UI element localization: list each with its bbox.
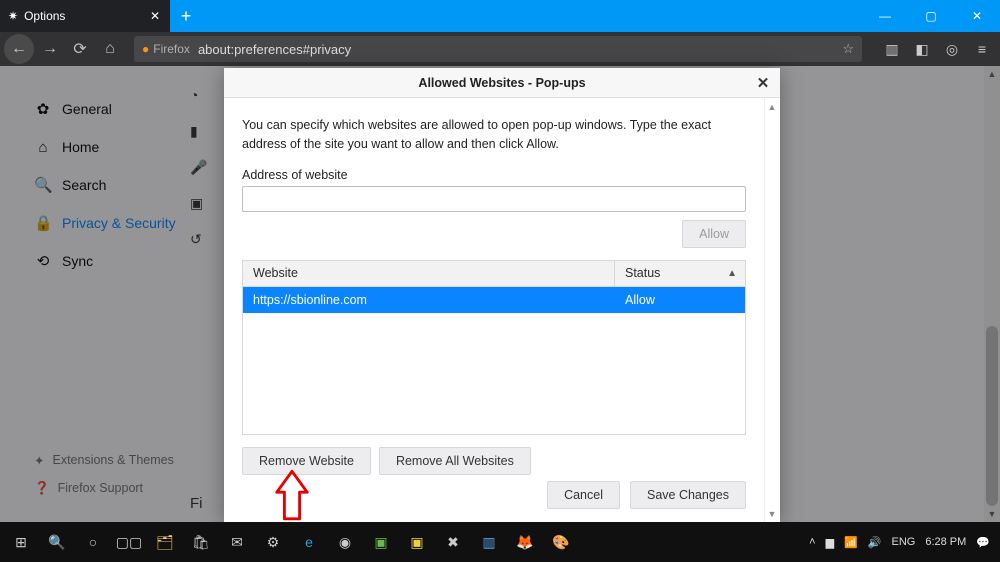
mail-icon[interactable]: ✉ xyxy=(220,522,254,562)
library-icon[interactable]: ▥ xyxy=(878,35,906,63)
close-tab-icon[interactable]: ✕ xyxy=(150,9,160,23)
window-controls: — ▢ ✕ xyxy=(862,0,1000,32)
popup-exceptions-dialog: Allowed Websites - Pop-ups ✕ ▲ ▼ You can… xyxy=(224,68,780,523)
exceptions-table: Website Status ▲ https://sbionline.com A… xyxy=(242,260,746,435)
firefox-taskbar-icon[interactable]: 🦊 xyxy=(508,522,542,562)
home-button[interactable]: ⌂ xyxy=(96,35,124,63)
forward-button[interactable]: → xyxy=(36,35,64,63)
scroll-up-icon[interactable]: ▲ xyxy=(764,102,780,112)
wifi-icon[interactable]: 📶 xyxy=(844,536,858,549)
window-titlebar: ✷ Options ✕ + — ▢ ✕ xyxy=(0,0,1000,32)
app-icon[interactable]: ▣ xyxy=(364,522,398,562)
cell-status: Allow xyxy=(615,293,745,307)
bookmark-star-icon[interactable]: ☆ xyxy=(842,41,854,57)
notifications-icon[interactable]: 💬 xyxy=(976,536,990,549)
sort-asc-icon: ▲ xyxy=(727,268,737,279)
windows-taskbar: ⊞ 🔍 ○ ▢▢ 🗂 🛍 ✉ ⚙ e ◉ ▣ ▣ ✖ ▥ 🦊 🎨 ˄ ▆ 📶 🔊… xyxy=(0,522,1000,562)
cortana-icon[interactable]: ○ xyxy=(76,522,110,562)
taskview-icon[interactable]: ▢▢ xyxy=(112,522,146,562)
clock[interactable]: 6:28 PM xyxy=(925,536,966,548)
address-input[interactable] xyxy=(242,186,746,212)
reload-button[interactable]: ⟳ xyxy=(66,35,94,63)
tray-chevron-icon[interactable]: ˄ xyxy=(809,536,815,548)
store-icon[interactable]: 🛍 xyxy=(184,522,218,562)
start-button[interactable]: ⊞ xyxy=(4,522,38,562)
volume-icon[interactable]: 🔊 xyxy=(868,536,882,549)
dialog-description: You can specify which websites are allow… xyxy=(242,116,742,154)
cancel-button[interactable]: Cancel xyxy=(547,481,620,509)
column-website[interactable]: Website xyxy=(243,261,615,286)
settings-taskbar-icon[interactable]: ⚙ xyxy=(256,522,290,562)
scroll-down-icon[interactable]: ▼ xyxy=(764,509,780,519)
dialog-close-button[interactable]: ✕ xyxy=(752,72,774,94)
notepad-icon[interactable]: ▥ xyxy=(472,522,506,562)
dialog-scrollbar[interactable]: ▲ ▼ xyxy=(764,98,780,523)
battery-icon[interactable]: ▆ xyxy=(826,536,834,549)
firefox-icon: ● xyxy=(142,42,149,56)
language-indicator[interactable]: ENG xyxy=(891,536,915,548)
new-tab-button[interactable]: + xyxy=(170,0,202,32)
back-button[interactable]: ← xyxy=(4,34,34,64)
close-window-button[interactable]: ✕ xyxy=(954,0,1000,32)
url-identity: Firefox xyxy=(153,42,190,56)
maximize-button[interactable]: ▢ xyxy=(908,0,954,32)
sidebar-icon[interactable]: ◧ xyxy=(908,35,936,63)
system-tray: ˄ ▆ 📶 🔊 ENG 6:28 PM 💬 xyxy=(809,536,996,549)
remove-website-button[interactable]: Remove Website xyxy=(242,447,371,475)
chrome-icon[interactable]: ◉ xyxy=(328,522,362,562)
url-path: about:preferences#privacy xyxy=(198,42,351,57)
save-changes-button[interactable]: Save Changes xyxy=(630,481,746,509)
table-header: Website Status ▲ xyxy=(243,261,745,287)
app-icon[interactable]: ▣ xyxy=(400,522,434,562)
menu-icon[interactable]: ≡ xyxy=(968,35,996,63)
search-taskbar-icon[interactable]: 🔍 xyxy=(40,522,74,562)
url-bar[interactable]: ● Firefox about:preferences#privacy ☆ xyxy=(134,36,862,62)
table-row[interactable]: https://sbionline.com Allow xyxy=(243,287,745,313)
navigation-toolbar: ← → ⟳ ⌂ ● Firefox about:preferences#priv… xyxy=(0,32,1000,66)
browser-tab[interactable]: ✷ Options ✕ xyxy=(0,0,170,32)
account-icon[interactable]: ◎ xyxy=(938,35,966,63)
allow-button[interactable]: Allow xyxy=(682,220,746,248)
minimize-button[interactable]: — xyxy=(862,0,908,32)
address-label: Address of website xyxy=(242,168,762,182)
edge-icon[interactable]: e xyxy=(292,522,326,562)
dialog-title: Allowed Websites - Pop-ups xyxy=(418,76,585,90)
gear-icon: ✷ xyxy=(8,9,18,23)
tab-title: Options xyxy=(24,9,65,23)
dialog-title-bar: Allowed Websites - Pop-ups ✕ xyxy=(224,68,780,98)
column-status[interactable]: Status ▲ xyxy=(615,261,745,286)
file-explorer-icon[interactable]: 🗂 xyxy=(148,522,182,562)
remove-all-button[interactable]: Remove All Websites xyxy=(379,447,531,475)
app-icon[interactable]: ✖ xyxy=(436,522,470,562)
cell-website: https://sbionline.com xyxy=(243,293,615,307)
paint-icon[interactable]: 🎨 xyxy=(544,522,578,562)
